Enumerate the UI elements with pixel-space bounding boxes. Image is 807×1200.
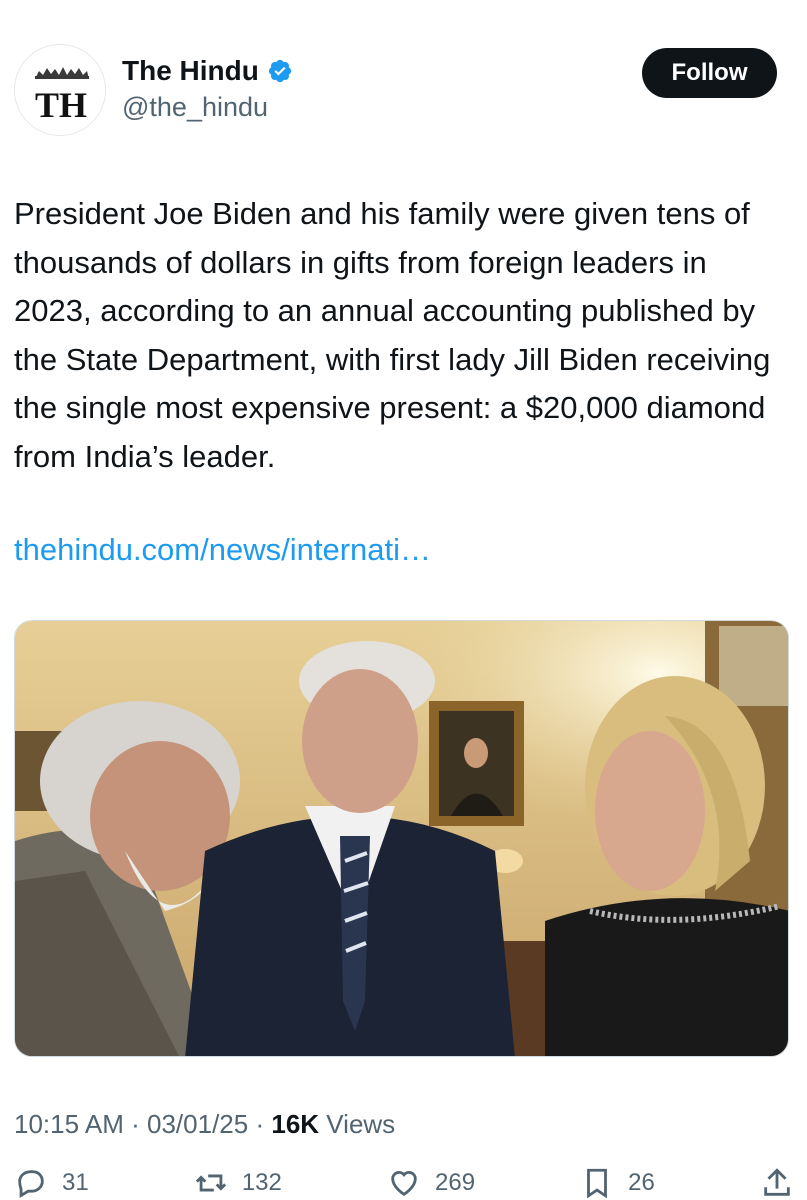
views-label: Views (326, 1109, 396, 1139)
tweet-header: TH The Hindu @the_hindu Follow (14, 44, 777, 140)
share-button[interactable] (760, 1166, 794, 1200)
reply-count: 31 (62, 1169, 89, 1196)
user-block: The Hindu @the_hindu (122, 54, 293, 124)
bookmark-icon (580, 1166, 614, 1200)
repost-icon (194, 1166, 228, 1200)
tweet-text: President Joe Biden and his family were … (14, 196, 771, 474)
bookmark-button[interactable]: 26 (580, 1166, 655, 1200)
follow-button[interactable]: Follow (642, 48, 777, 98)
meta-separator: · (255, 1109, 265, 1139)
meta-separator: · (131, 1109, 140, 1139)
like-button[interactable]: 269 (387, 1166, 475, 1200)
user-handle[interactable]: @the_hindu (122, 90, 293, 124)
views-count: 16K (271, 1109, 320, 1139)
svg-text:TH: TH (35, 85, 87, 125)
tweet-meta: 10:15 AM · 03/01/25 · 16K Views (14, 1106, 395, 1142)
bookmark-count: 26 (628, 1169, 655, 1196)
reply-icon (14, 1166, 48, 1200)
repost-count: 132 (241, 1169, 282, 1196)
tweet-page: TH The Hindu @the_hindu Follow President… (0, 0, 807, 1200)
tweet-date[interactable]: 03/01/25 (147, 1109, 248, 1139)
tweet-time[interactable]: 10:15 AM (14, 1109, 124, 1139)
avatar[interactable]: TH (14, 44, 106, 136)
reply-button[interactable]: 31 (14, 1166, 89, 1200)
the-hindu-logo-icon: TH (15, 45, 105, 135)
tweet-link[interactable]: thehindu.com/news/internati… (14, 526, 431, 574)
tweet-actions: 31 132 269 26 (14, 1166, 794, 1200)
verified-badge-icon (267, 58, 293, 84)
heart-icon (387, 1166, 421, 1200)
share-icon (760, 1166, 794, 1200)
display-name[interactable]: The Hindu (122, 54, 259, 88)
photo-illustration (15, 621, 788, 1056)
name-row: The Hindu (122, 54, 293, 88)
like-count: 269 (435, 1169, 476, 1196)
tweet-media-image[interactable] (14, 620, 789, 1057)
repost-button[interactable]: 132 (194, 1166, 282, 1200)
